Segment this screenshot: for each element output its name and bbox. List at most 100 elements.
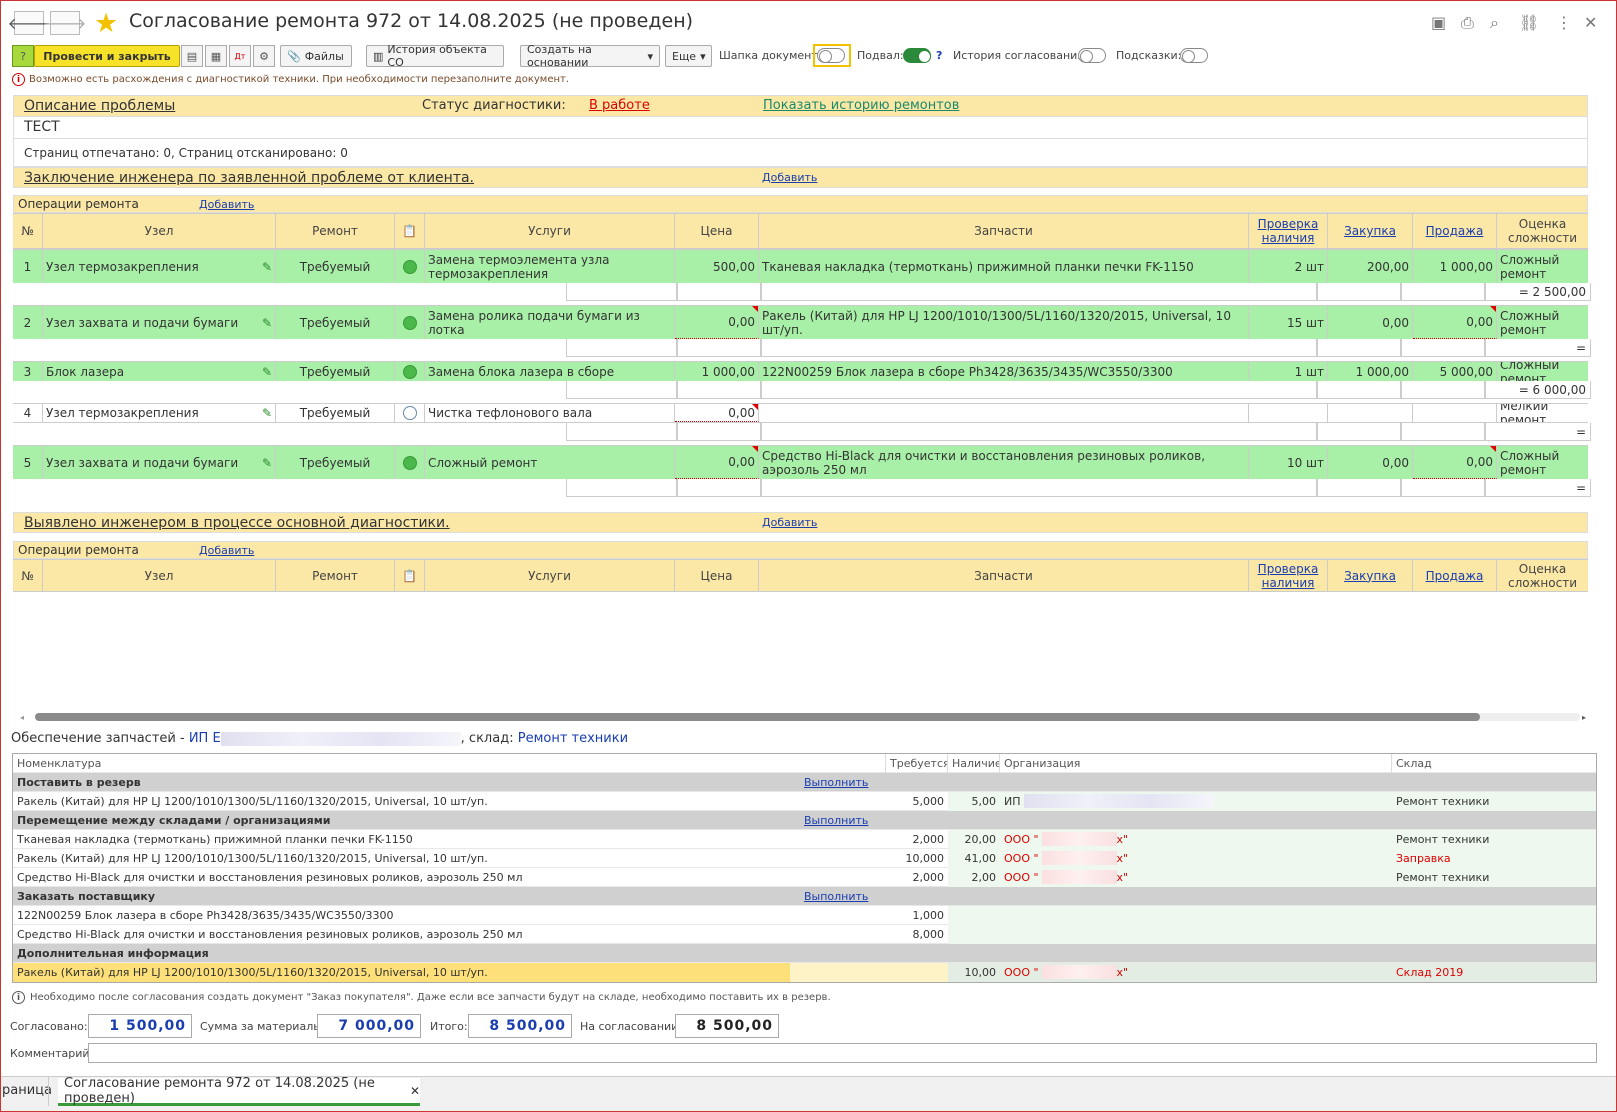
- row-purchase[interactable]: 0,00: [1328, 446, 1413, 479]
- post-close-button[interactable]: Провести и закрыть: [34, 45, 180, 67]
- comment-input[interactable]: [88, 1043, 1597, 1063]
- run-link[interactable]: Выполнить: [800, 887, 872, 906]
- col-check-link[interactable]: Проверка наличия: [1249, 560, 1328, 591]
- row-sale[interactable]: [1413, 404, 1497, 422]
- scroll-left-icon[interactable]: ◂: [20, 713, 24, 722]
- section2-title[interactable]: Выявлено инженером в процессе основной д…: [24, 515, 450, 531]
- pencil-icon[interactable]: ✎: [262, 316, 272, 330]
- row-qty[interactable]: 1 шт: [1249, 362, 1328, 381]
- table-row[interactable]: 4 Узел термозакрепления ✎ Требуемый Чистка т…: [13, 403, 1588, 423]
- clipboard-icon[interactable]: 📋: [395, 560, 425, 591]
- col-node[interactable]: Узел: [43, 214, 276, 248]
- row-part[interactable]: Ракель (Китай) для HP LJ 1200/1010/1300/…: [759, 306, 1249, 339]
- diag-status-link[interactable]: В работе: [589, 98, 650, 113]
- pencil-icon[interactable]: ✎: [262, 365, 272, 379]
- materials-field[interactable]: 7 000,00: [317, 1014, 421, 1038]
- row-part[interactable]: Тканевая накладка (термоткань) прижимной…: [759, 250, 1249, 283]
- tab-close-icon[interactable]: ✕: [410, 1084, 420, 1098]
- problem-text[interactable]: ТЕСТ: [13, 117, 1588, 139]
- files-button[interactable]: 📎 Файлы: [280, 45, 352, 67]
- row-repair[interactable]: Требуемый: [276, 306, 395, 339]
- run-link[interactable]: Выполнить: [800, 773, 872, 792]
- col-repair[interactable]: Ремонт: [276, 214, 395, 248]
- footer-toggle[interactable]: [903, 48, 931, 63]
- supply-org[interactable]: ИП Е: [189, 731, 221, 746]
- row-node[interactable]: Узел термозакрепления ✎: [43, 404, 276, 422]
- link-icon[interactable]: ⛓: [1519, 13, 1539, 32]
- row-repair[interactable]: Требуемый: [276, 250, 395, 283]
- table-row[interactable]: 3 Блок лазера ✎ Требуемый Замена блока лазер…: [13, 361, 1588, 381]
- row-purchase[interactable]: 200,00: [1328, 250, 1413, 283]
- col-organization[interactable]: Организация: [1000, 753, 1392, 773]
- col-parts[interactable]: Запчасти: [759, 560, 1249, 591]
- approval-history-toggle[interactable]: [1078, 48, 1106, 63]
- row-number[interactable]: 3: [13, 362, 43, 381]
- show-history-link[interactable]: Показать историю ремонтов: [763, 98, 959, 113]
- row-repair[interactable]: Требуемый: [276, 362, 395, 381]
- row-part[interactable]: Средство Hi-Black для очистки и восстано…: [759, 446, 1249, 479]
- row-complexity[interactable]: Мелкий ремонт: [1497, 404, 1588, 422]
- row-sale[interactable]: 0,00: [1413, 306, 1497, 339]
- row-price[interactable]: 1 000,00: [675, 362, 759, 381]
- col-node[interactable]: Узел: [43, 560, 276, 591]
- row-node[interactable]: Узел захвата и подачи бумаги ✎: [43, 446, 276, 479]
- col-available[interactable]: Наличие: [948, 753, 1000, 773]
- run-link[interactable]: Выполнить: [800, 811, 872, 830]
- col-nomenclature[interactable]: Номенклатура: [13, 753, 886, 773]
- post-doc-icon[interactable]: ▦: [205, 45, 227, 67]
- col-sale-link[interactable]: Продажа: [1413, 560, 1497, 591]
- supply-item-row[interactable]: Ракель (Китай) для HP LJ 1200/1010/1300/…: [13, 848, 1596, 868]
- row-repair[interactable]: Требуемый: [276, 446, 395, 479]
- row-price[interactable]: 500,00: [675, 250, 759, 283]
- print-icon[interactable]: ⎙: [1461, 13, 1474, 33]
- row-complexity[interactable]: Сложный ремонт: [1497, 250, 1588, 283]
- row-service[interactable]: Замена термоэлемента узла термозакреплен…: [425, 250, 675, 283]
- row-service[interactable]: Замена блока лазера в сборе: [425, 362, 675, 381]
- supply-warehouse[interactable]: Ремонт техники: [518, 731, 628, 746]
- row-status[interactable]: [395, 404, 425, 422]
- supply-item-row[interactable]: Ракель (Китай) для HP LJ 1200/1010/1300/…: [13, 962, 1596, 982]
- row-complexity[interactable]: Сложный ремонт: [1497, 446, 1588, 479]
- supply-item-row[interactable]: 122N00259 Блок лазера в сборе Ph3428/363…: [13, 905, 1596, 925]
- row-status[interactable]: [395, 306, 425, 339]
- col-purchase-link[interactable]: Закупка: [1328, 560, 1413, 591]
- more-vert-icon[interactable]: ⋮: [1556, 13, 1572, 32]
- help-icon[interactable]: ?: [12, 45, 34, 67]
- hints-toggle[interactable]: [1180, 48, 1208, 63]
- row-number[interactable]: 1: [13, 250, 43, 283]
- row-purchase[interactable]: [1328, 404, 1413, 422]
- tab-active[interactable]: Согласование ремонта 972 от 14.08.2025 (…: [58, 1076, 420, 1106]
- create-based-button[interactable]: Создать на основании ▾: [520, 43, 660, 69]
- row-part[interactable]: [759, 404, 1249, 422]
- row-sale[interactable]: 0,00: [1413, 446, 1497, 479]
- col-warehouse[interactable]: Склад: [1392, 754, 1596, 773]
- row-qty[interactable]: 2 шт: [1249, 250, 1328, 283]
- row-qty[interactable]: [1249, 404, 1328, 422]
- floppy-icon[interactable]: ▤: [181, 45, 203, 67]
- col-purchase-link[interactable]: Закупка: [1328, 214, 1413, 248]
- col-price[interactable]: Цена: [675, 560, 759, 591]
- row-price[interactable]: 0,00: [675, 446, 759, 479]
- col-parts[interactable]: Запчасти: [759, 214, 1249, 248]
- clipboard-icon[interactable]: 📋: [395, 214, 425, 248]
- supply-item-row[interactable]: Средство Hi-Black для очистки и восстано…: [13, 924, 1596, 944]
- back-button[interactable]: 🡐: [8, 11, 50, 35]
- section2-add-link[interactable]: Добавить: [762, 516, 817, 529]
- row-complexity[interactable]: Сложный ремонт: [1497, 306, 1588, 339]
- row-node[interactable]: Узел термозакрепления ✎: [43, 250, 276, 283]
- preview-icon[interactable]: ⌕: [1490, 13, 1499, 33]
- row-repair[interactable]: Требуемый: [276, 404, 395, 422]
- row-qty[interactable]: 15 шт: [1249, 306, 1328, 339]
- pencil-icon[interactable]: ✎: [262, 406, 272, 420]
- row-complexity[interactable]: Сложный ремонт: [1497, 362, 1588, 381]
- total-field[interactable]: 8 500,00: [468, 1014, 572, 1038]
- col-services[interactable]: Услуги: [425, 560, 675, 591]
- table-row[interactable]: 1 Узел термозакрепления ✎ Требуемый Замена т…: [13, 249, 1588, 283]
- row-part[interactable]: 122N00259 Блок лазера в сборе Ph3428/363…: [759, 362, 1249, 381]
- col-check-link[interactable]: Проверка наличия: [1249, 214, 1328, 248]
- row-sale[interactable]: 5 000,00: [1413, 362, 1497, 381]
- col-price[interactable]: Цена: [675, 214, 759, 248]
- row-service[interactable]: Чистка тефлонового вала: [425, 404, 675, 422]
- table-row[interactable]: 2 Узел захвата и подачи бумаги ✎ Требуемый З…: [13, 305, 1588, 339]
- favorite-star-icon[interactable]: ★: [94, 8, 118, 39]
